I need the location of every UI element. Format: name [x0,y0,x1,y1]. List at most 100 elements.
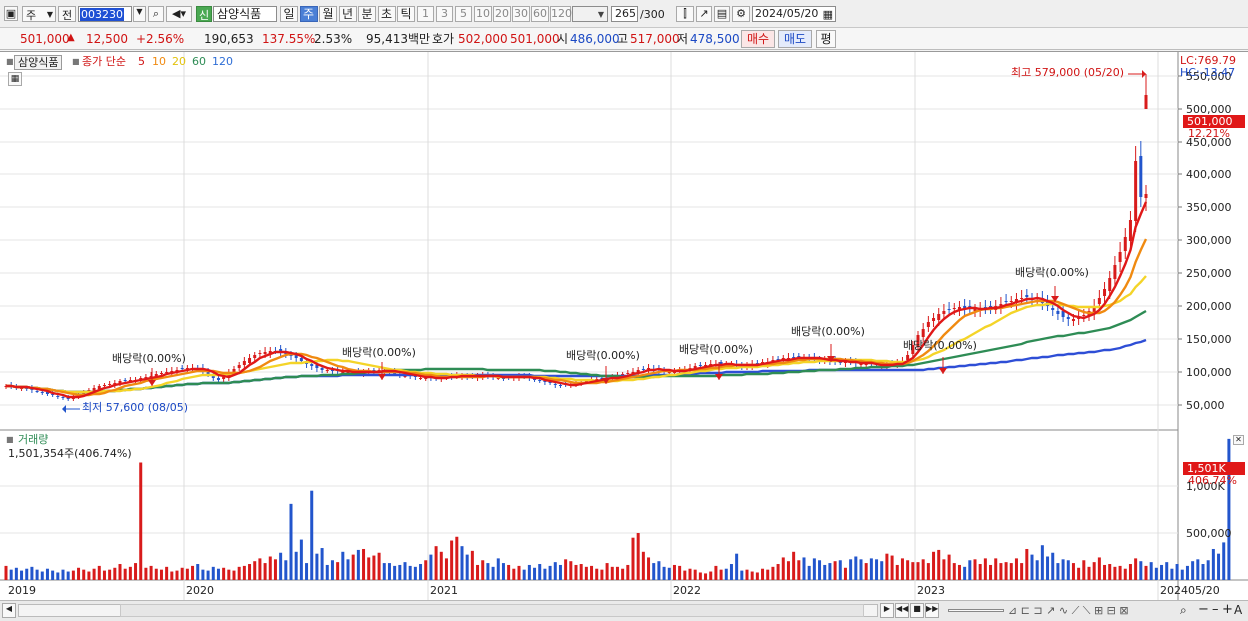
plus-icon[interactable]: + [1222,603,1233,616]
date-input[interactable]: 2024/05/20 ▦ [752,6,836,22]
count-input[interactable]: 265 [611,6,638,22]
legend-ma60[interactable]: 60 [192,56,206,67]
volume-bar [641,551,645,580]
chevron-down-icon[interactable]: ▼ [133,6,146,22]
volume-bar [284,560,288,580]
interval-button-20[interactable]: 20 [493,6,511,22]
draw-tool-icon[interactable]: ↗ [696,6,712,22]
candle-body [1144,194,1148,198]
gear-icon[interactable]: ⚙ [732,6,750,22]
candle-body [159,373,163,374]
search-icon[interactable]: ⌕ [148,6,164,22]
interval-button-30[interactable]: 30 [512,6,530,22]
period-button-4[interactable]: 분 [358,6,376,22]
avg-button[interactable]: 평 [816,30,836,48]
interval-button-1[interactable]: 1 [417,6,434,22]
minus-icon[interactable]: − [1198,603,1209,616]
interval-button-120[interactable]: 120 [550,6,572,22]
candle-body [258,353,262,354]
volume-bar [242,565,246,580]
candle-type-icon[interactable]: ⫿ [676,6,694,22]
volume-bar [185,568,189,580]
volume-bar [1092,562,1096,580]
stock-name-field[interactable]: 삼양식품 [213,6,277,22]
volume-bar [351,554,355,580]
calculator-icon[interactable]: ▦ [8,72,22,86]
volume-bar [123,568,127,580]
period-button-1[interactable]: 주 [299,6,318,22]
high-label: 고 [617,32,629,46]
volume-bar [869,558,873,580]
close-icon[interactable]: ✕ [1233,435,1244,445]
period-button-0[interactable]: 일 [280,6,298,22]
interval-button-3[interactable]: 3 [436,6,453,22]
interval-custom-select[interactable]: ▼ [572,6,608,22]
stop-icon[interactable]: ■ [910,603,924,618]
legend-ma-prefix[interactable]: 종가 단순 [82,56,126,67]
market-select[interactable]: 주 ▼ [22,6,56,22]
legend-square-icon: ■ [6,57,14,66]
volume-bar [849,559,853,580]
volume-bar [1227,438,1231,580]
interval-button-5[interactable]: 5 [455,6,472,22]
dividend-label: 배당락(0.00%) [791,325,865,338]
code-input[interactable]: 003230 [78,6,132,22]
volume-bar [56,572,60,580]
volume-bar [170,571,174,580]
rewind-icon[interactable]: ◀◀ [895,603,909,618]
buy-button[interactable]: 매수 [741,30,775,48]
bid-price: 501,000 [510,32,560,46]
font-size-icon[interactable]: A [1234,604,1242,616]
date-tick-label: 2022 [673,584,701,597]
period-button-6[interactable]: 틱 [397,6,415,22]
volume-bar [781,557,785,580]
drawing-tools-icon[interactable]: ⊿ ⊏ ⊐ ↗ ∿ ⟋ ⟍ ⊞ ⊟ ⊠ [1008,605,1129,616]
candle-body [108,384,112,385]
chart-area[interactable]: 550,000 500,000 450,000 400,000 350,000 300,0… [0,51,1248,600]
volume-bar [999,563,1003,580]
volume-bar [719,569,723,580]
price-volume-chart[interactable]: 550,000500,000450,000400,000350,000300,0… [0,52,1248,601]
zoom-slider[interactable] [948,609,1004,612]
volume-bar [1077,567,1081,580]
volume-bar [263,563,267,580]
candle-body [1082,315,1086,316]
volume-bar [356,549,360,580]
volume-bar [372,555,376,580]
volume-tick-label: 500,000 [1186,527,1232,540]
dash-icon[interactable]: – [1212,603,1219,616]
fast-forward-icon[interactable]: ▶▶ [925,603,939,618]
hc-label: HC:-13.47 [1180,66,1236,79]
volume-bar [590,565,594,580]
scroll-thumb[interactable] [120,604,864,617]
sell-button[interactable]: 매도 [778,30,812,48]
scroll-left-icon[interactable]: ◀ [2,603,16,618]
period-button-2[interactable]: 월 [319,6,337,22]
period-button-3[interactable]: 년 [338,6,357,22]
interval-button-10[interactable]: 10 [474,6,492,22]
volume-bar [812,558,816,580]
prev-button[interactable]: 전 [58,6,76,22]
volume-bar [424,560,428,580]
speaker-icon[interactable]: ◀▾ [166,6,192,22]
legend-ma20[interactable]: 20 [172,56,186,67]
price-tick-label: 50,000 [1186,399,1225,412]
zoom-icon[interactable]: ⌕ [1180,604,1187,616]
legend-stock-name[interactable]: 삼양식품 [14,55,63,70]
legend-ma5[interactable]: 5 [138,56,145,67]
save-icon[interactable]: ▤ [714,6,730,22]
dividend-arrow-icon [378,374,386,380]
volume-bar [154,568,158,580]
volume-bar [102,570,106,580]
interval-button-60[interactable]: 60 [531,6,549,22]
volume-bar [1123,568,1127,580]
volume-bar [1180,569,1184,580]
volume-bar [900,558,904,580]
candle-body [1108,278,1112,291]
legend-ma10[interactable]: 10 [152,56,166,67]
legend-ma120[interactable]: 120 [212,56,233,67]
candle-body [1020,298,1024,299]
play-icon[interactable]: ▶ [880,603,894,618]
period-button-5[interactable]: 초 [377,6,396,22]
window-icon[interactable]: ▣ [4,6,18,21]
